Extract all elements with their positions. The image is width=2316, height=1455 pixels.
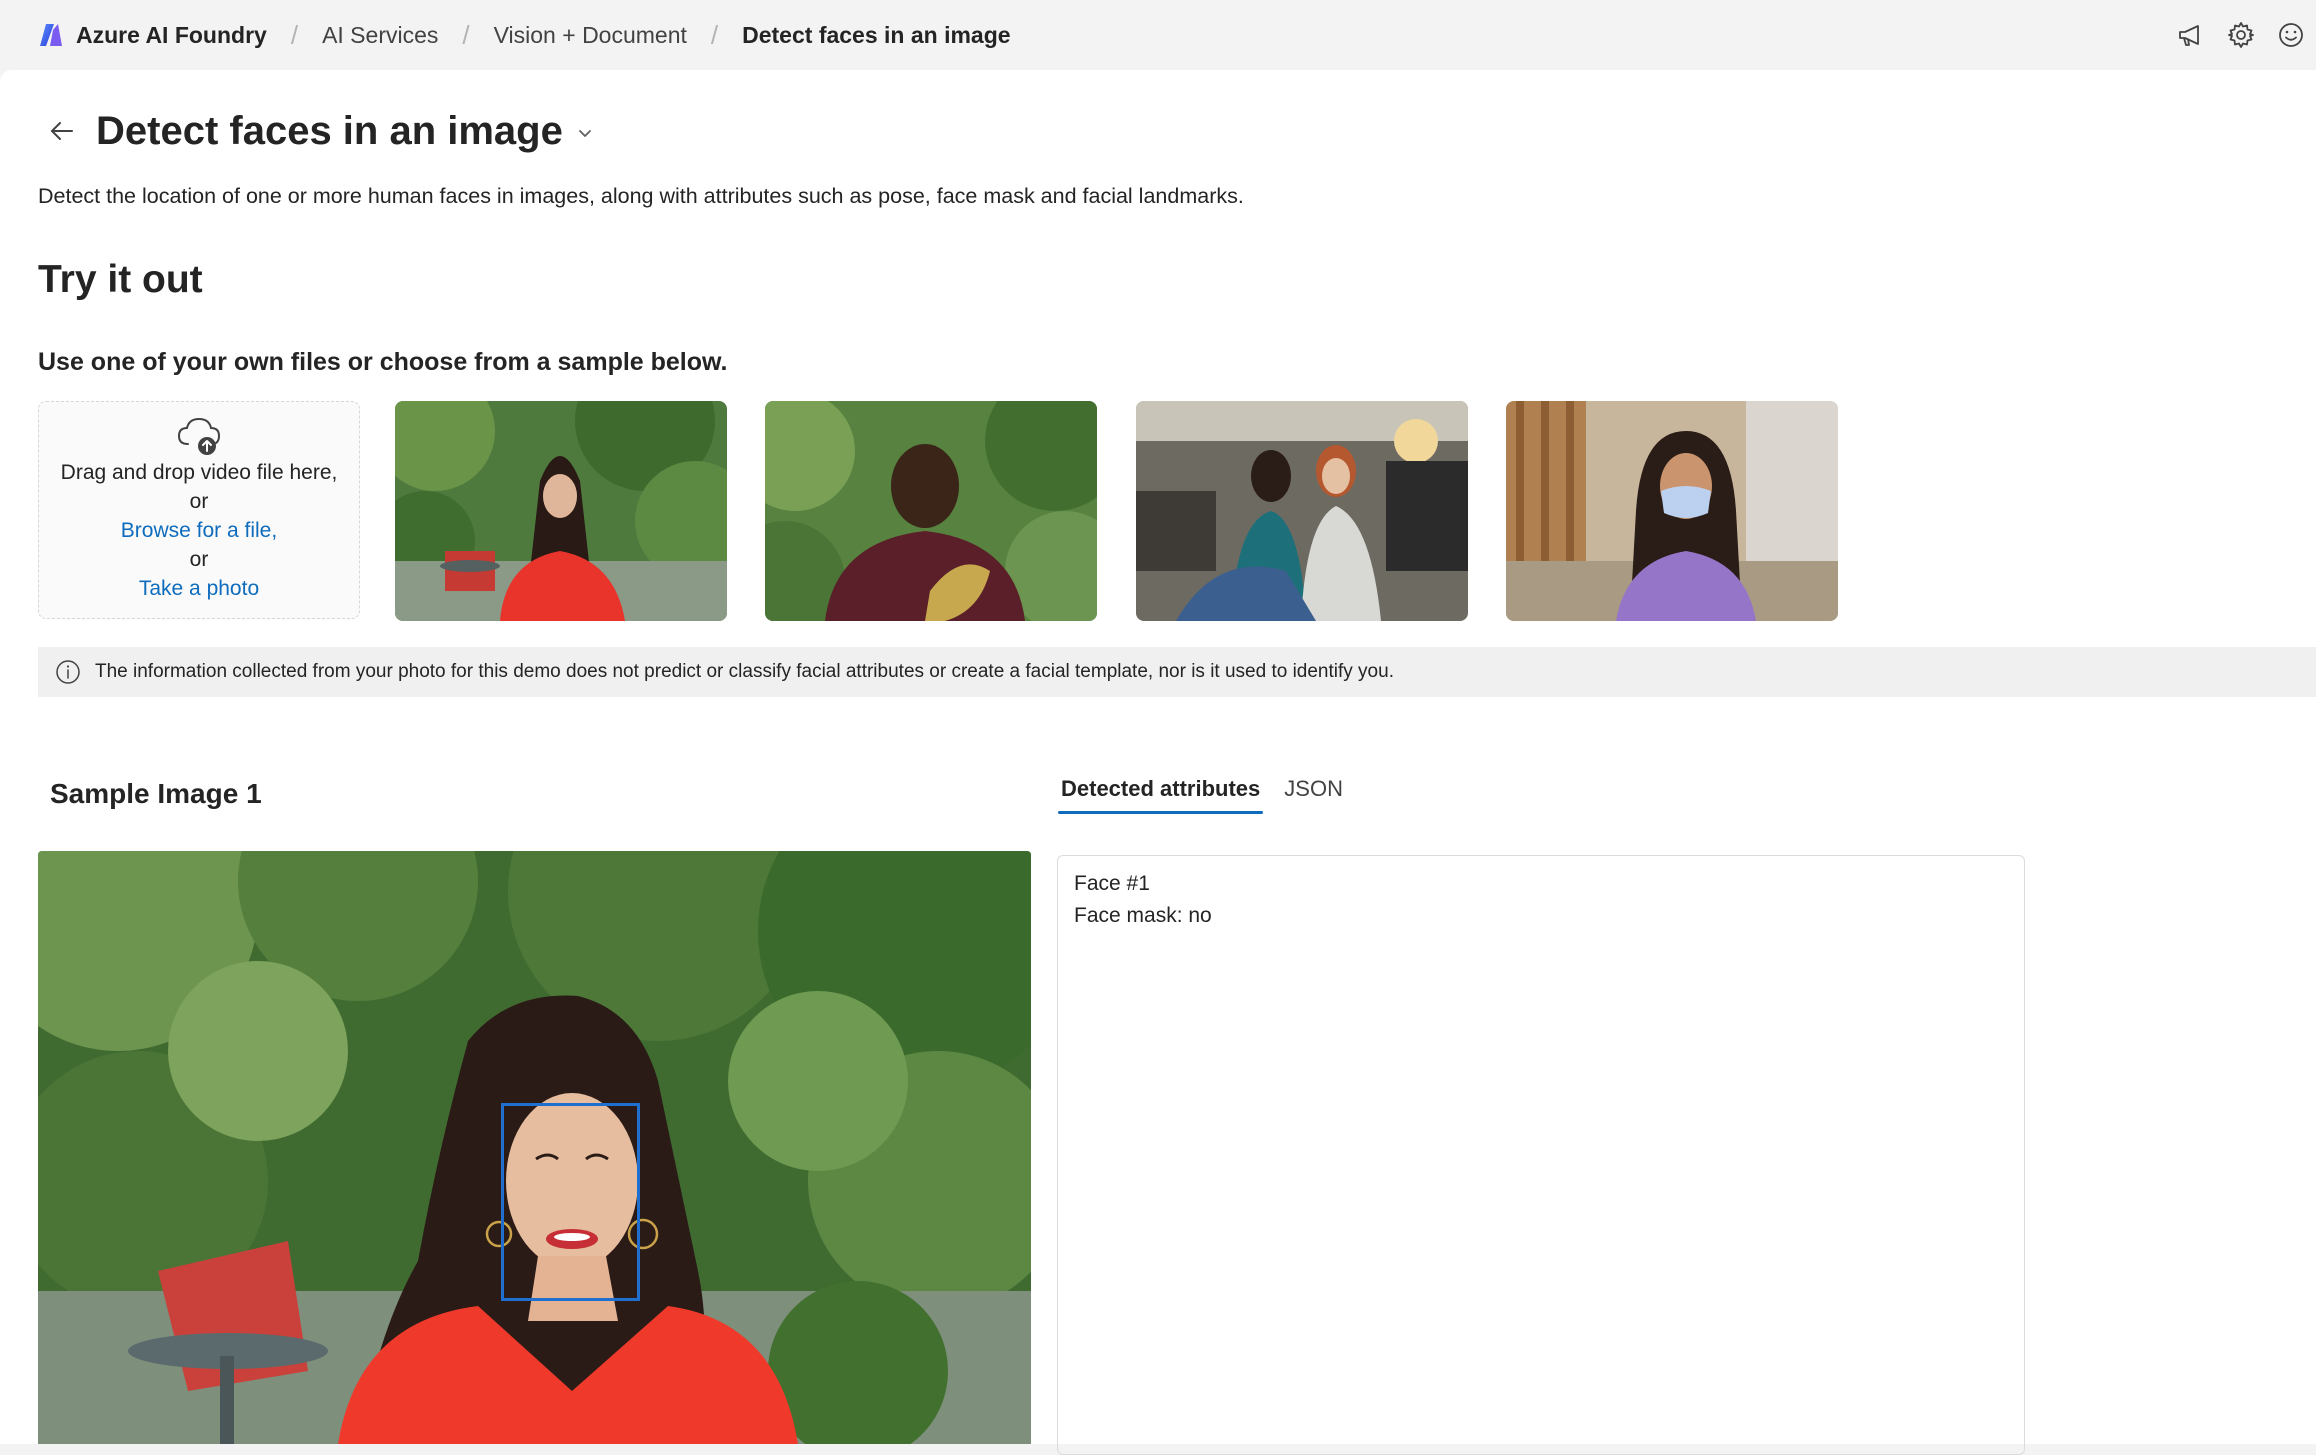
azure-logo-icon — [40, 24, 62, 46]
info-icon — [56, 660, 80, 684]
breadcrumb-vision-document[interactable]: Vision + Document — [494, 22, 687, 49]
top-bar: Azure AI Foundry / AI Services / Vision … — [0, 0, 2316, 70]
analyzed-sample-image — [38, 851, 1031, 1444]
sample-thumbnail-1[interactable] — [395, 401, 727, 621]
breadcrumb-separator: / — [710, 19, 719, 50]
back-arrow-icon[interactable] — [44, 113, 80, 149]
megaphone-icon[interactable] — [2166, 10, 2216, 60]
tab-detected-attributes[interactable]: Detected attributes — [1058, 770, 1264, 814]
title-row: Detect faces in an image — [44, 96, 595, 166]
page-description: Detect the location of one or more human… — [38, 184, 1244, 208]
breadcrumb-ai-services[interactable]: AI Services — [322, 22, 438, 49]
top-actions — [2166, 0, 2316, 70]
upload-dropzone[interactable]: Drag and drop video file here, or Browse… — [38, 401, 360, 619]
take-photo-link[interactable]: Take a photo — [39, 574, 359, 603]
gear-icon[interactable] — [2216, 10, 2266, 60]
info-banner: The information collected from your phot… — [38, 647, 2316, 697]
upload-or-text: or — [189, 490, 209, 513]
face-bounding-box — [501, 1103, 640, 1301]
smiley-icon[interactable] — [2266, 10, 2316, 60]
upload-or-text: or — [189, 548, 209, 571]
main-panel: Detect faces in an image Detect the loca… — [0, 70, 2316, 1455]
breadcrumb-separator: / — [462, 19, 470, 50]
section-title: Try it out — [38, 258, 203, 301]
page-title: Detect faces in an image — [96, 108, 563, 153]
result-tabs: Detected attributes JSON — [1058, 770, 1364, 814]
face-mask-attribute: Face mask: no — [1074, 904, 1212, 927]
sample-thumbnail-3[interactable] — [1136, 401, 1468, 621]
section-subtitle: Use one of your own files or choose from… — [38, 348, 728, 376]
sample-thumbnail-4[interactable] — [1506, 401, 1838, 621]
upload-instructions: Drag and drop video file here, — [60, 461, 338, 484]
breadcrumb-current: Detect faces in an image — [742, 21, 1011, 48]
sample-image-title: Sample Image 1 — [50, 778, 262, 809]
sample-thumbnail-2[interactable] — [765, 401, 1097, 621]
browse-file-link[interactable]: Browse for a file, — [39, 516, 359, 545]
brand[interactable]: Azure AI Foundry — [38, 0, 267, 70]
breadcrumb-separator: / — [290, 19, 299, 50]
chevron-down-icon[interactable] — [575, 123, 595, 143]
info-banner-text: The information collected from your phot… — [95, 661, 1394, 682]
face-number: Face #1 — [1074, 872, 1150, 895]
detected-attributes-panel: Face #1 Face mask: no — [1057, 855, 2025, 1455]
brand-name: Azure AI Foundry — [76, 21, 267, 48]
cloud-upload-icon — [177, 417, 221, 455]
tab-json[interactable]: JSON — [1281, 770, 1346, 814]
